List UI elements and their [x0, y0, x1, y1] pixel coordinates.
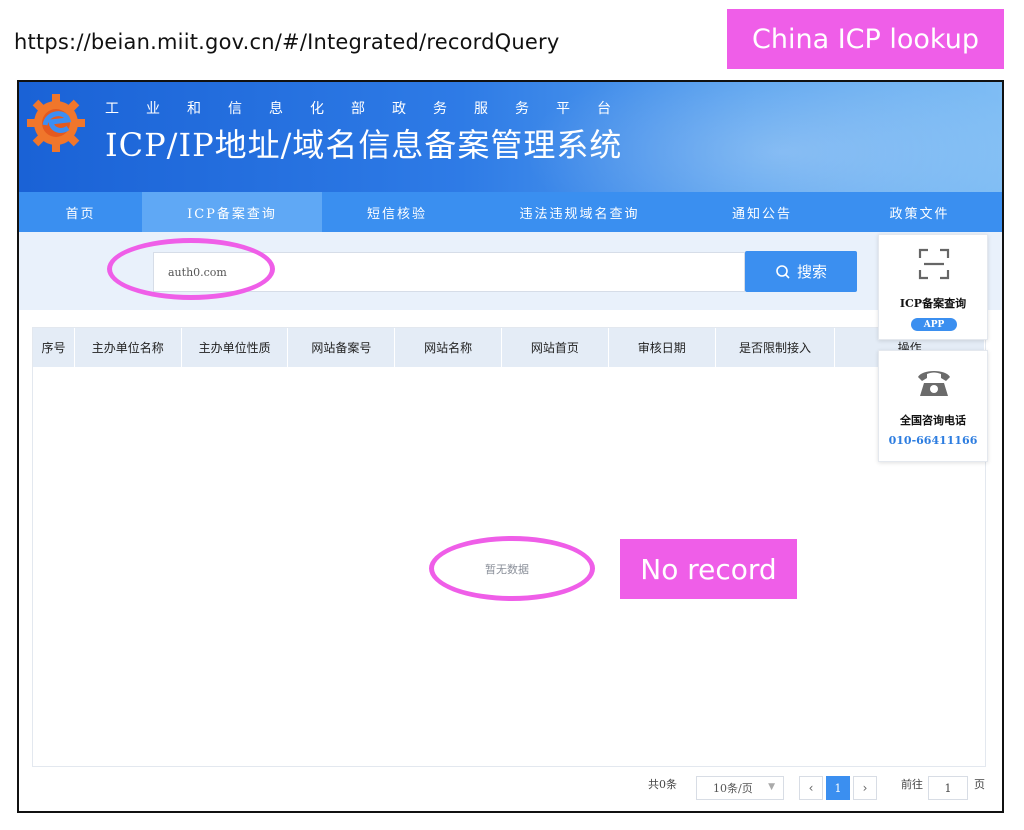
hotline-number: 010-66411166	[888, 434, 978, 447]
hotline-title: 全国咨询电话	[900, 414, 966, 427]
no-record-tag: No record	[620, 539, 797, 599]
prev-page-button[interactable]: ‹	[799, 776, 823, 800]
app-qr-title: ICP备案查询	[899, 297, 967, 310]
nav-notices[interactable]: 通知公告	[687, 192, 837, 232]
table-header: 序号 主办单位名称 主办单位性质 网站备案号 网站名称 网站首页 审核日期 是否…	[33, 328, 986, 367]
system-title: ICP/IP地址/域名信息备案管理系统	[105, 126, 623, 164]
page-size-select[interactable]: 10条/页 ▼	[696, 776, 784, 800]
column-header-organizer-name: 主办单位名称	[75, 328, 182, 367]
qr-scan-icon	[918, 248, 950, 280]
browser-screenshot-frame: 工业和信息化部政务服务平台 ICP/IP地址/域名信息备案管理系统 首页 ICP…	[17, 80, 1004, 813]
column-header-record-number: 网站备案号	[288, 328, 396, 367]
nav-illegal-domain-query[interactable]: 违法违规域名查询	[472, 192, 687, 232]
nav-home[interactable]: 首页	[19, 192, 142, 232]
nav-icp-query[interactable]: ICP备案查询	[142, 192, 322, 232]
app-badge[interactable]: APP	[911, 318, 957, 331]
next-page-button[interactable]: ›	[853, 776, 877, 800]
column-header-review-date: 审核日期	[609, 328, 716, 367]
page-suffix: 页	[974, 778, 985, 791]
search-icon	[776, 264, 790, 279]
column-header-site-home: 网站首页	[502, 328, 609, 367]
goto-page-input[interactable]	[928, 776, 968, 800]
column-header-index: 序号	[33, 328, 75, 367]
column-header-site-name: 网站名称	[395, 328, 503, 367]
nav-policy-docs[interactable]: 政策文件	[837, 192, 1002, 232]
page-url-caption: https://beian.miit.gov.cn/#/Integrated/r…	[14, 30, 560, 54]
header-banner: 工业和信息化部政务服务平台 ICP/IP地址/域名信息备案管理系统	[19, 82, 1002, 192]
column-header-organizer-type: 主办单位性质	[182, 328, 289, 367]
search-value-highlight	[107, 238, 275, 300]
main-nav: 首页 ICP备案查询 短信核验 违法违规域名查询 通知公告 政策文件	[19, 192, 1002, 232]
column-header-restricted-access: 是否限制接入	[716, 328, 836, 367]
china-icp-lookup-tag: China ICP lookup	[727, 9, 1004, 69]
search-button-label: 搜索	[796, 263, 827, 281]
page-size-value: 10条/页	[713, 782, 753, 795]
ministry-subtitle: 工业和信息化部政务服务平台	[105, 101, 638, 117]
chevron-down-icon: ▼	[768, 782, 775, 792]
telephone-icon	[918, 371, 950, 396]
nav-sms-verify[interactable]: 短信核验	[322, 192, 472, 232]
empty-state-highlight	[429, 536, 595, 601]
app-qr-card[interactable]: ICP备案查询 APP	[878, 234, 988, 340]
search-button[interactable]: 搜索	[745, 251, 857, 292]
goto-label: 前往	[901, 778, 923, 791]
gear-logo-icon[interactable]	[25, 92, 87, 154]
total-count: 共0条	[648, 778, 677, 791]
page-number-current[interactable]: 1	[826, 776, 850, 800]
hotline-card: 全国咨询电话 010-66411166	[878, 350, 988, 462]
